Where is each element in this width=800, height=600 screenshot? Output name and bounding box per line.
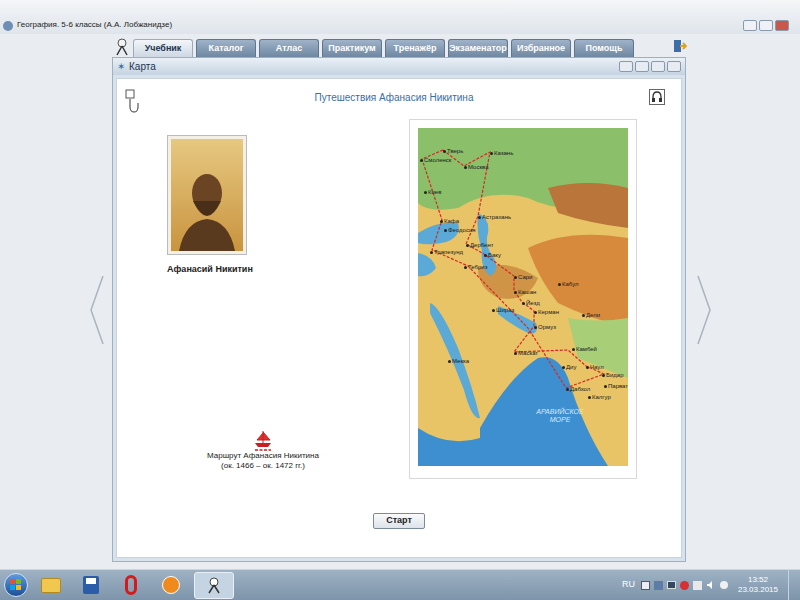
help-button[interactable] — [619, 61, 633, 72]
portrait-frame — [167, 135, 247, 255]
city-label: Сари — [514, 274, 532, 280]
tab[interactable]: Практикум — [322, 39, 382, 57]
map-legend: Маршрут Афанасия Никитина(ок. 1466 – ок.… — [117, 429, 409, 507]
clock-time: 13:52 — [748, 575, 768, 585]
show-desktop-button[interactable] — [788, 570, 796, 600]
city-label: Диу — [562, 364, 576, 370]
minimize-button[interactable] — [635, 61, 649, 72]
tray-monitor-icon[interactable] — [667, 581, 676, 589]
portrait-picture — [171, 139, 243, 251]
logo-icon — [113, 37, 130, 57]
desktop: География. 5-6 классы (А.А. Лобжанидзе) У… — [0, 0, 800, 600]
tray-warning-icon[interactable] — [680, 581, 689, 590]
headphones-icon[interactable] — [649, 89, 665, 105]
city-label: Смоленск — [420, 157, 451, 163]
compass-icon — [114, 38, 130, 56]
city-label: Дабхол — [566, 386, 590, 392]
city-label: Москва — [464, 164, 488, 170]
map-window: ✶ Карта Путешествия Афанасия Никитина Афана… — [112, 57, 686, 562]
lesson-page: Путешествия Афанасия Никитина Афанасий Ни… — [116, 78, 682, 558]
tray-status-icon[interactable] — [720, 581, 728, 589]
tab[interactable]: Тренажёр — [385, 39, 445, 57]
tray-app-icon[interactable] — [641, 581, 650, 590]
ship-icon — [253, 429, 273, 451]
city-label: Дербент — [466, 242, 494, 248]
city-label: Трапезунд — [430, 249, 463, 255]
city-label: Астрахань — [478, 214, 511, 220]
tray-flag-icon[interactable] — [693, 581, 702, 590]
lesson-title: Путешествия Афанасия Никитина — [139, 89, 649, 105]
city-label: Парват — [604, 383, 628, 389]
language-indicator[interactable]: RU — [622, 578, 635, 592]
start-button[interactable]: Старт — [373, 513, 425, 529]
tab-bar: УчебникКаталогАтласПрактикумТренажёрЭкза… — [0, 34, 800, 57]
city-label: Маскат — [514, 350, 538, 356]
tab[interactable]: Атлас — [259, 39, 319, 57]
window-title: География. 5-6 классы (А.А. Лобжанидзе) — [17, 19, 743, 31]
exit-icon[interactable] — [672, 37, 688, 55]
clock-date: 23.03.2015 — [738, 585, 778, 595]
window-controls — [743, 20, 789, 31]
city-label: Керман — [534, 309, 559, 315]
map-frame: Тверь Смоленск Москва Казань Киев Астрахань Ка… — [409, 119, 637, 479]
tray-icons — [641, 580, 728, 590]
city-label: Казань — [490, 150, 513, 156]
city-label: Бидар — [602, 372, 623, 378]
city-label: Мекка — [448, 358, 469, 364]
city-label: Шираз — [492, 307, 514, 313]
windows-logo-icon — [10, 579, 22, 591]
workspace: ✶ Карта Путешествия Афанасия Никитина Афана… — [0, 57, 800, 563]
tray-network-icon[interactable] — [654, 581, 663, 590]
previous-arrow-icon[interactable] — [90, 275, 104, 345]
tab[interactable]: Помощь — [574, 39, 634, 57]
map[interactable]: Тверь Смоленск Москва Казань Киев Астрахань Ка… — [418, 128, 628, 466]
start-button[interactable] — [4, 573, 28, 597]
city-label: Ормуз — [534, 324, 556, 330]
city-label: Феодосия — [444, 227, 476, 233]
map-relief-icon — [418, 128, 628, 466]
clock[interactable]: 13:5223.03.2015 — [734, 575, 782, 595]
city-label: Баку — [484, 252, 501, 258]
volume-icon[interactable] — [706, 580, 716, 590]
legend-text: (ок. 1466 – ок. 1472 гг.) — [221, 461, 305, 471]
map-window-header: ✶ Карта — [113, 58, 685, 75]
hand-pointer-icon[interactable] — [125, 89, 139, 113]
tab[interactable]: Избранное — [511, 39, 571, 57]
geography-app-icon[interactable] — [194, 572, 234, 599]
close-button[interactable] — [775, 20, 789, 31]
tab[interactable]: Каталог — [196, 39, 256, 57]
app-icon — [3, 21, 13, 31]
minimize-button[interactable] — [743, 20, 757, 31]
city-label: Киев — [424, 189, 441, 195]
star-icon: ✶ — [117, 62, 125, 72]
next-arrow-icon[interactable] — [697, 275, 711, 345]
portrait-caption: Афанасий Никитин — [167, 263, 247, 277]
city-label: Чаул — [586, 364, 604, 370]
city-label: Тебриз — [464, 264, 487, 270]
city-label: Йезд — [522, 300, 540, 306]
city-label: Калгур — [588, 394, 611, 400]
tab[interactable]: Учебник — [133, 39, 193, 57]
city-label: Кашан — [514, 289, 536, 295]
sea-label: АРАВИЙСКОЕ МОРЕ — [530, 408, 590, 424]
city-label: Кафа — [440, 218, 459, 224]
city-label: Камбей — [572, 346, 597, 352]
city-label: Кабул — [558, 281, 579, 287]
tab[interactable]: Экзаменатор — [448, 39, 508, 57]
city-label: Тверь — [443, 148, 463, 154]
maximize-button[interactable] — [759, 20, 773, 31]
taskbar: RU 13:5223.03.2015 — [0, 569, 800, 600]
save-icon[interactable] — [74, 572, 108, 598]
close-button[interactable] — [667, 61, 681, 72]
title-bar: География. 5-6 классы (А.А. Лобжанидзе) — [0, 0, 800, 34]
opera-icon[interactable] — [114, 572, 148, 598]
maximize-button[interactable] — [651, 61, 665, 72]
explorer-icon[interactable] — [34, 572, 68, 598]
map-window-title: Карта — [129, 59, 619, 74]
legend-text: Маршрут Афанасия Никитина — [207, 451, 319, 461]
city-label: Дели — [582, 312, 600, 318]
media-player-icon[interactable] — [154, 572, 188, 598]
